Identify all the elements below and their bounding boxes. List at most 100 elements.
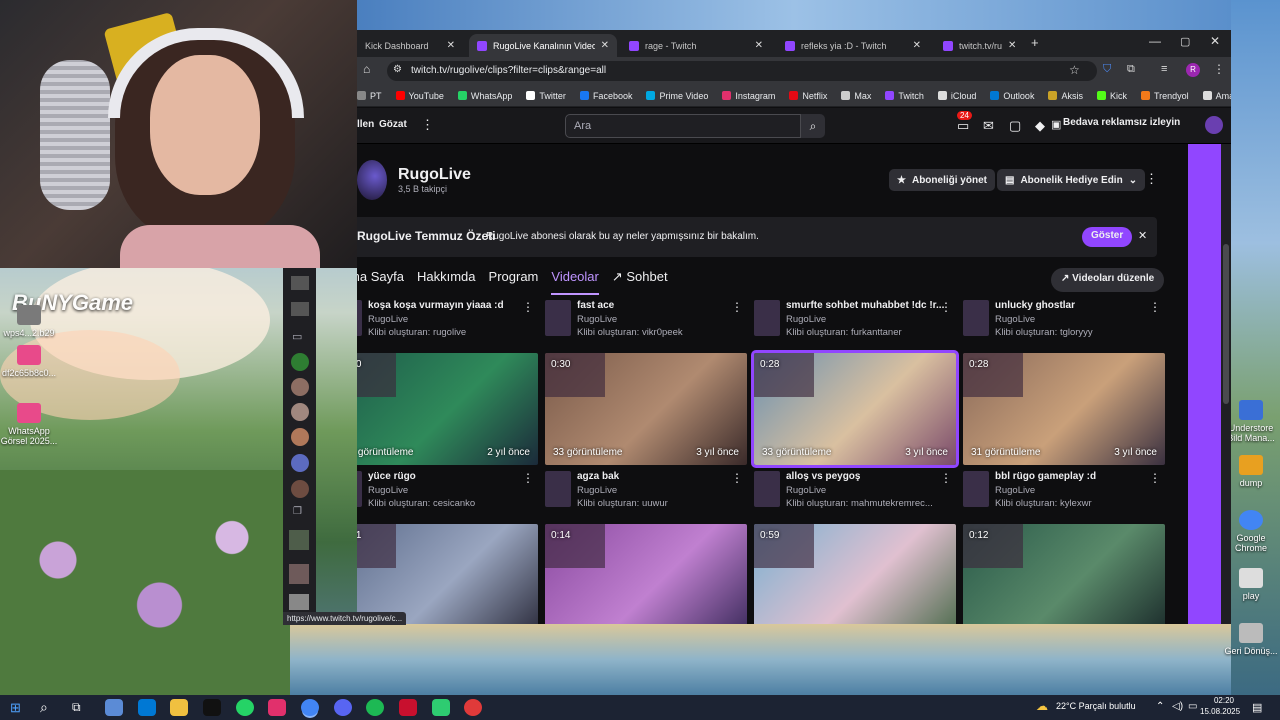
clip-thumbnail[interactable]: 0:59 [754,524,956,624]
close-tab-icon[interactable]: ✕ [601,40,609,51]
bookmark-item[interactable]: Twitch [885,91,924,101]
close-tab-icon[interactable]: ✕ [755,40,763,51]
tab-refleks-twitch[interactable]: refleks yia :D - Twitch ✕ [777,34,929,57]
volume-icon[interactable]: ◁) [1172,701,1183,712]
bookmark-item[interactable]: Kick [1096,91,1127,101]
clip-channel-name[interactable]: RugoLive [995,314,1035,325]
clock-time[interactable]: 02:20 [1204,696,1234,705]
sidebar-avatar[interactable] [291,403,309,421]
search-button[interactable]: ⌕ [801,114,825,138]
bookmark-item[interactable]: Trendyol [1140,91,1189,101]
sidebar-avatar[interactable] [291,378,309,396]
bookmark-item[interactable]: WhatsApp [457,91,512,101]
clip-thumbnail[interactable]: 0:12 [963,524,1165,624]
browser-menu-icon[interactable]: ⋮ [1213,62,1225,76]
bookmark-item[interactable]: iCloud [937,91,976,101]
clip-thumbnail[interactable]: 0:28 33 görüntüleme 3 yıl önce [751,350,959,468]
sidebar-avatar[interactable] [291,454,309,472]
gift-sub-button[interactable]: ▤ Abonelik Hediye Edin ⌄ [997,169,1146,191]
bookmark-item[interactable]: Prime Video [646,91,708,101]
clip-channel-name[interactable]: RugoLive [368,485,408,496]
clip-channel-name[interactable]: RugoLive [786,485,826,496]
clip-channel-avatar[interactable] [754,471,780,507]
bookmark-item[interactable]: Netflix [789,91,827,101]
channel-more-icon[interactable]: ⋮ [1145,171,1158,187]
clip-more-icon[interactable]: ⋮ [522,471,534,485]
channel-avatar[interactable] [357,160,387,200]
tiktok-icon[interactable] [203,699,221,716]
task-view-icon[interactable]: ⧉ [72,700,81,715]
network-icon[interactable]: ▭ [1188,701,1197,712]
user-avatar[interactable] [1205,116,1223,134]
tray-chevron-icon[interactable]: ⌃ [1156,701,1164,712]
outlook-icon[interactable] [138,699,156,716]
clip-channel-avatar[interactable] [357,300,362,336]
page-scrollbar[interactable] [1221,144,1231,624]
chat-bubble-icon[interactable]: ▢ [1009,118,1021,134]
bookmark-item[interactable]: Instagram [722,91,775,101]
clip-channel-name[interactable]: RugoLive [577,485,617,496]
clip-channel-avatar[interactable] [357,471,362,507]
clock-date[interactable]: 15.08.2025 [1200,707,1240,716]
kick-app-icon[interactable] [432,699,450,716]
valorant-icon[interactable] [399,699,417,716]
profile-avatar[interactable]: R [1186,63,1200,77]
bookmark-item[interactable]: Aksis [1048,91,1083,101]
clip-channel-avatar[interactable] [963,471,989,507]
sidebar-avatar[interactable] [291,353,309,371]
tab-about[interactable]: Hakkımda [417,269,476,295]
spotify-icon[interactable] [366,699,384,716]
bookmark-item[interactable]: Outlook [990,91,1034,101]
bookmark-item[interactable]: PT [357,91,382,101]
weather-text[interactable]: 22°C Parçalı bulutlu [1056,701,1136,711]
clip-title[interactable]: smurfte sohbet muhabbet !dc !r... [786,300,946,311]
tab-schedule[interactable]: Program [489,269,539,295]
clip-title[interactable]: koşa koşa vurmayın yiaaa :d [368,300,528,311]
clip-thumbnail[interactable]: 0:14 [545,524,747,624]
sidebar-avatar[interactable] [291,276,309,290]
sidebar-avatar[interactable] [289,564,309,584]
tab-rage-twitch[interactable]: rage - Twitch ✕ [621,34,771,57]
close-tab-icon[interactable]: ✕ [447,40,455,51]
clip-title[interactable]: fast ace [577,300,737,311]
ad-free-button[interactable]: Bedava reklamsız izleyin [1063,117,1180,128]
notifications-icon[interactable]: ▤ [1252,701,1262,714]
start-windows-icon[interactable]: ⊞ [10,700,21,716]
tab-rugolive-videos[interactable]: RugoLive Kanalının Videoları -✕ [469,34,617,57]
new-tab-icon[interactable]: + [1031,35,1039,50]
bookmark-item[interactable]: Amazon [1202,91,1231,101]
folder-icon[interactable] [170,699,188,716]
tab-videos[interactable]: Videolar [551,269,599,295]
clip-title[interactable]: agza bak [577,471,737,482]
sidebar-avatar[interactable] [291,480,309,498]
whispers-icon[interactable]: ✉ [983,118,994,134]
maximize-icon[interactable]: ▢ [1180,35,1190,48]
url-bar[interactable]: twitch.tv/rugolive/clips?filter=clips&ra… [387,61,1097,81]
clip-title[interactable]: yüce rügo [368,471,528,482]
clip-channel-avatar[interactable] [963,300,989,336]
media-icon[interactable]: ≡ [1161,63,1167,75]
search-icon[interactable]: ⌕ [40,699,48,716]
desktop-icon[interactable]: Geri Dönüş... [1222,623,1280,656]
clip-channel-name[interactable]: RugoLive [786,314,826,325]
tab-chat[interactable]: ↗ Sohbet [612,269,668,295]
clip-title[interactable]: unlucky ghostlar [995,300,1155,311]
close-tab-icon[interactable]: ✕ [1008,40,1016,51]
extensions-icon[interactable]: ⧉ [1127,63,1135,76]
close-banner-icon[interactable]: ✕ [1138,229,1147,242]
bookmark-item[interactable]: Twitter [526,91,566,101]
clip-title[interactable]: alloş vs peygoş [786,471,946,482]
clip-channel-avatar[interactable] [545,300,571,336]
clip-channel-name[interactable]: RugoLive [577,314,617,325]
clip-more-icon[interactable]: ⋮ [1149,471,1161,485]
home-icon[interactable]: ⌂ [363,62,370,76]
sidebar-avatar[interactable] [289,594,309,610]
site-info-icon[interactable]: ⚙ [393,64,402,75]
clip-more-icon[interactable]: ⋮ [731,471,743,485]
nav-following-link[interactable]: llen [357,119,374,130]
bookmark-item[interactable]: Facebook [579,91,632,101]
desktop-icon[interactable]: WhatsApp Görsel 2025... [0,403,58,446]
close-window-icon[interactable]: ✕ [1210,34,1220,48]
clip-title[interactable]: bbl rügo gameplay :d [995,471,1155,482]
chrome-icon[interactable] [301,699,319,716]
